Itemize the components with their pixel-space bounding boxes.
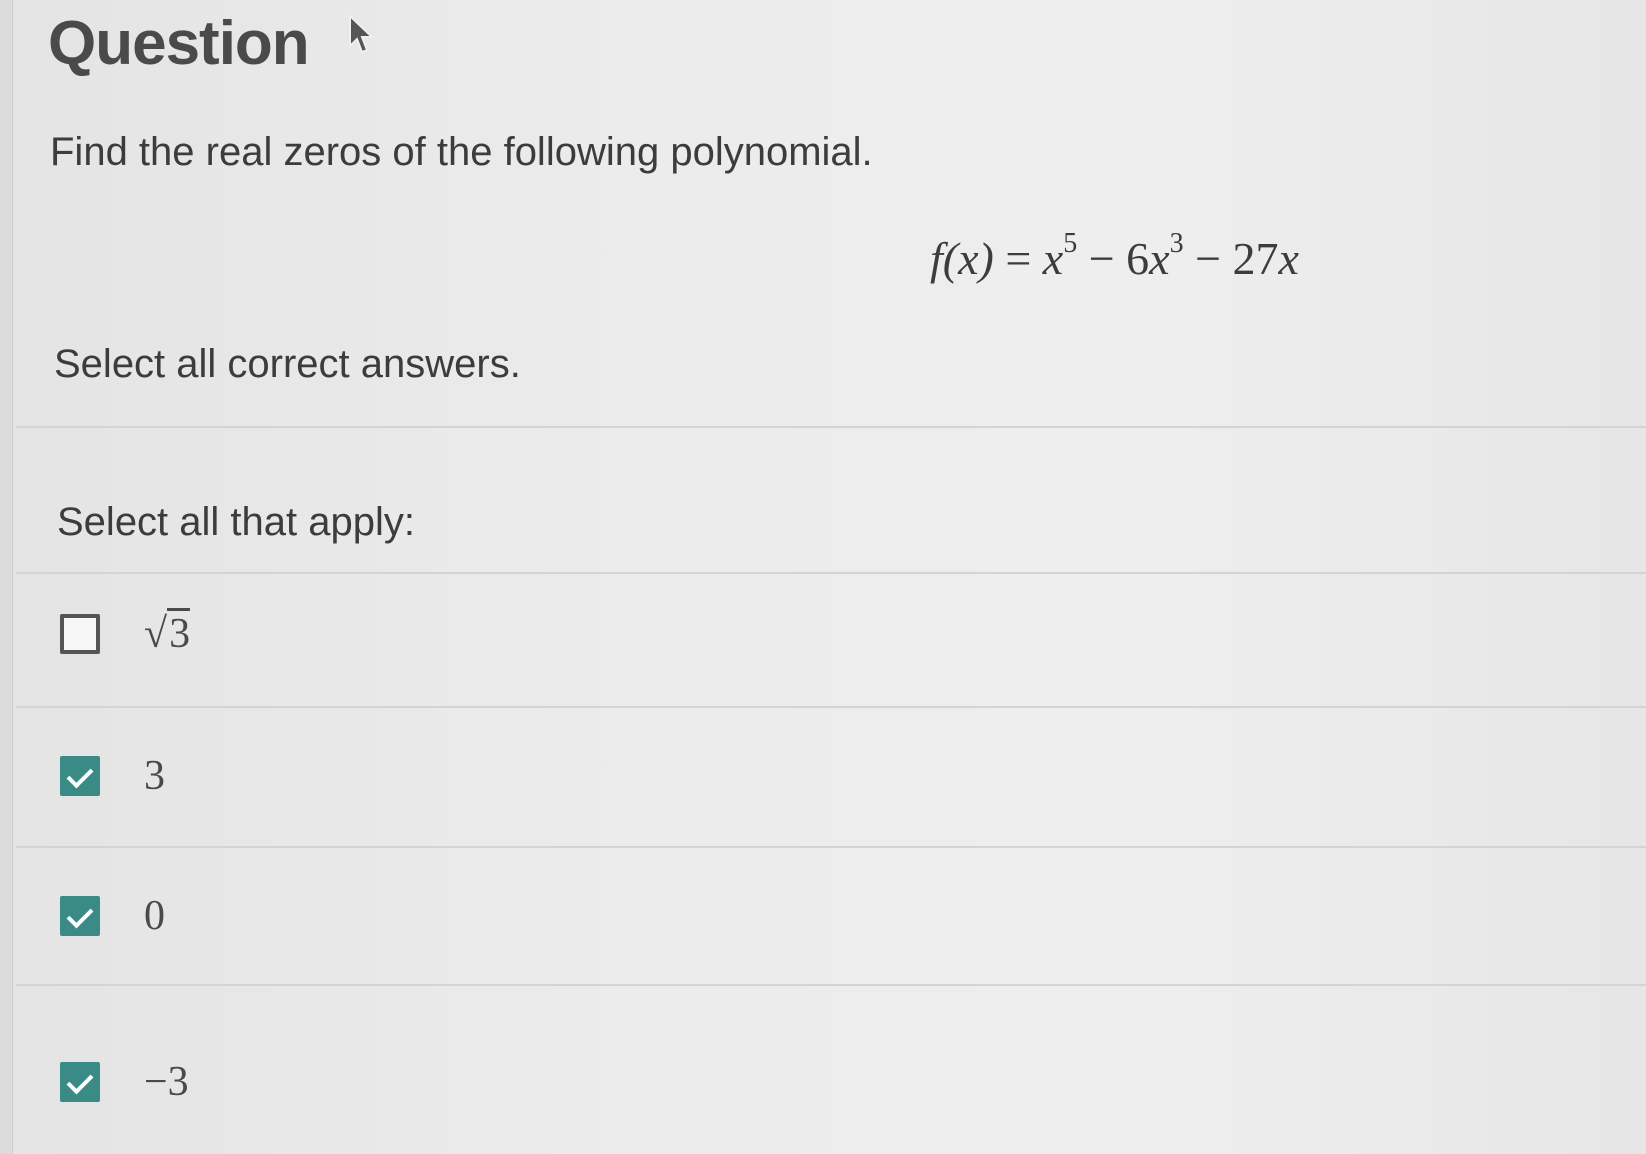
sqrt-symbol: √ [144, 611, 168, 657]
divider [16, 426, 1646, 428]
divider [16, 984, 1646, 986]
eq-term3-coef: 27 [1232, 233, 1279, 284]
checkbox-checked-icon[interactable] [60, 896, 100, 936]
eq-lhs: f(x) [930, 233, 994, 284]
checkbox-checked-icon[interactable] [60, 1062, 100, 1102]
page-title: Question [48, 9, 310, 78]
checkbox-unchecked-icon[interactable] [60, 614, 100, 654]
eq-term2-base: x [1149, 233, 1170, 284]
eq-term3-base: x [1278, 233, 1299, 284]
eq-op1: − [1088, 233, 1115, 284]
instruction-text: Select all correct answers. [54, 342, 521, 386]
polynomial-equation: f(x) = x5 − 6x3 − 27x [930, 228, 1299, 285]
mouse-pointer-icon [349, 14, 375, 54]
answer-option-neg3[interactable]: −3 [20, 1010, 1646, 1154]
eq-op2: − [1195, 233, 1222, 284]
answer-label: −3 [144, 1059, 189, 1105]
eq-term1-base: x [1042, 233, 1064, 284]
eq-term2-exp: 3 [1169, 227, 1184, 259]
eq-equals: = [1005, 233, 1032, 284]
eq-term1-exp: 5 [1063, 227, 1078, 259]
checkbox-checked-icon[interactable] [60, 756, 100, 796]
answer-option-0[interactable]: 0 [20, 848, 1646, 984]
answer-label: 0 [144, 893, 165, 939]
answer-label: √3 [144, 608, 191, 658]
left-edge [0, 0, 13, 1154]
question-prompt: Find the real zeros of the following pol… [50, 130, 873, 174]
select-all-label: Select all that apply: [57, 500, 415, 544]
page: Question Find the real zeros of the foll… [0, 0, 1646, 1154]
answer-option-sqrt3[interactable]: √3 [20, 566, 1646, 702]
eq-term2-coef: 6 [1126, 233, 1150, 284]
sqrt-radicand: 3 [167, 608, 191, 657]
answer-option-3[interactable]: 3 [20, 708, 1646, 844]
answer-label: 3 [144, 753, 165, 799]
